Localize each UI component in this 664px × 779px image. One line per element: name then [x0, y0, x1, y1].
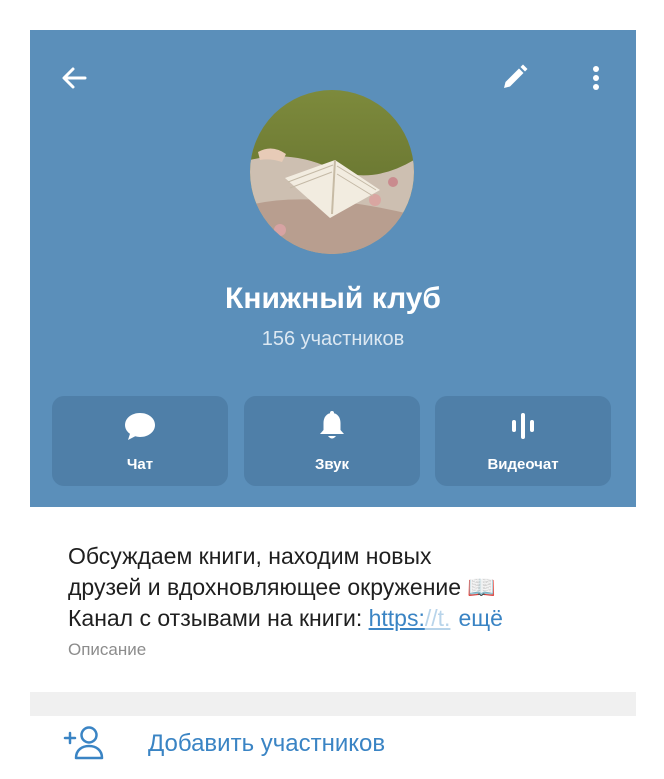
- group-avatar[interactable]: [250, 90, 414, 254]
- description-link-faded[interactable]: //t.: [425, 605, 451, 631]
- group-profile-screen: Книжный клуб 156 участников Чат Звук Вид…: [30, 30, 636, 779]
- book-photo-image: [250, 90, 414, 254]
- sound-label: Звук: [314, 456, 350, 473]
- add-user-icon: [63, 726, 104, 760]
- back-button[interactable]: [50, 54, 98, 102]
- add-members-button[interactable]: Добавить участников: [30, 716, 636, 779]
- arrow-left-icon: [62, 67, 87, 89]
- pencil-icon: [504, 64, 528, 88]
- chat-bubble-icon: [125, 413, 155, 440]
- edit-button[interactable]: [490, 54, 538, 102]
- sound-button[interactable]: Звук: [244, 396, 420, 486]
- description-line-1: Обсуждаем книги, находим новых: [68, 543, 432, 569]
- video-chat-label: Видеочат: [487, 456, 559, 473]
- description-text: Обсуждаем книги, находим новых друзей и …: [68, 541, 608, 634]
- member-count: 156 участников: [261, 328, 405, 350]
- description-line-2: друзей и вдохновляющее окружение 📖: [68, 574, 497, 600]
- description-caption: Описание: [68, 640, 147, 659]
- add-members-label: Добавить участников: [148, 730, 386, 757]
- bell-icon: [320, 411, 344, 439]
- chat-label: Чат: [126, 456, 154, 473]
- description-line-3: Канал с отзывами на книги: https://t. ещё: [68, 603, 608, 634]
- description-section: Обсуждаем книги, находим новых друзей и …: [30, 507, 636, 692]
- more-vertical-icon: [593, 66, 599, 90]
- voice-wave-icon: [512, 413, 534, 439]
- more-options-button[interactable]: [572, 54, 620, 102]
- group-title: Книжный клуб: [225, 282, 441, 315]
- chat-button[interactable]: Чат: [52, 396, 228, 486]
- description-link[interactable]: https:: [369, 605, 425, 631]
- description-line-3-text: Канал с отзывами на книги:: [68, 605, 369, 631]
- show-more-link[interactable]: ещё: [458, 605, 503, 631]
- profile-header: Книжный клуб 156 участников Чат Звук Вид…: [30, 30, 636, 507]
- video-chat-button[interactable]: Видеочат: [435, 396, 611, 486]
